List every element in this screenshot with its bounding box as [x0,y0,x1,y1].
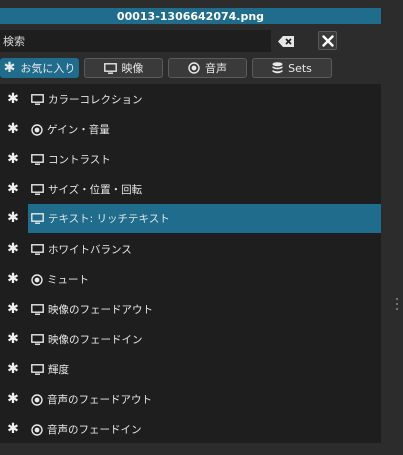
list-item[interactable]: ✱ 音声のフェードアウト [0,386,381,413]
audio-disc-icon [31,273,43,286]
panel-resize-handle[interactable] [395,298,398,310]
list-item[interactable]: ✱ サイズ・位置・回転 [0,176,381,203]
audio-disc-icon [31,123,43,136]
list-item-label: ミュート [47,274,89,286]
tab-label: お気に入り [20,62,76,75]
favorite-star-icon[interactable]: ✱ [6,361,20,377]
tab-sets[interactable]: Sets [252,58,332,78]
filter-list: ✱ カラーコレクション ✱ ゲイン・音量 ✱ コントラスト ✱ サイズ・位置・回… [0,84,381,443]
audio-disc-icon [31,393,43,406]
favorite-star-icon[interactable]: ✱ [6,121,20,137]
monitor-icon [31,244,44,255]
audio-disc-icon [188,62,200,74]
monitor-icon [103,62,117,74]
clear-search-button[interactable] [276,33,296,49]
tab-label: Sets [288,61,312,75]
close-button[interactable] [318,31,337,50]
backspace-icon [278,35,294,47]
monitor-icon [31,364,44,375]
close-icon [321,34,334,47]
list-item[interactable]: ✱ 輝度 [0,356,381,383]
list-item[interactable]: ✱ 映像のフェードイン [0,326,381,353]
favorite-star-icon[interactable]: ✱ [6,421,20,437]
monitor-icon [31,184,44,195]
monitor-icon [31,304,44,315]
favorite-star-icon[interactable]: ✱ [6,391,20,407]
star-icon: ✱ [3,60,16,76]
list-item[interactable]: ✱ 映像のフェードアウト [0,296,381,323]
list-item[interactable]: ✱ カラーコレクション [0,86,381,113]
monitor-icon [31,154,44,165]
list-item[interactable]: ✱ コントラスト [0,146,381,173]
search-input[interactable] [0,30,271,52]
favorite-star-icon[interactable]: ✱ [6,181,20,197]
favorite-star-icon[interactable]: ✱ [6,271,20,287]
tab-video[interactable]: 映像 [84,58,163,78]
favorite-star-icon[interactable]: ✱ [6,301,20,317]
list-item-label: 音声のフェードアウト [47,394,152,406]
list-item-label: 輝度 [48,364,69,376]
list-item-label: サイズ・位置・回転 [48,184,143,196]
tab-audio[interactable]: 音声 [168,58,247,78]
list-item-label: 映像のフェードイン [48,334,143,346]
list-item[interactable]: ✱ ホワイトバランス [0,236,381,263]
favorite-star-icon[interactable]: ✱ [6,151,20,167]
favorite-star-icon[interactable]: ✱ [6,210,20,226]
list-item-selected[interactable]: ✱ テキスト: リッチテキスト [0,204,381,233]
list-item-label: テキスト: リッチテキスト [48,213,170,225]
monitor-icon [31,94,44,105]
monitor-icon [31,334,44,345]
list-item[interactable]: ✱ 音声のフェードイン [0,416,381,443]
favorite-star-icon[interactable]: ✱ [6,241,20,257]
tab-favorites[interactable]: ✱ お気に入り [0,58,79,78]
list-item-label: コントラスト [48,154,111,166]
list-item[interactable]: ✱ ゲイン・音量 [0,116,381,143]
tab-label: 映像 [121,62,144,75]
tab-label: 音声 [205,62,227,75]
category-tabs: ✱ お気に入り 映像 音声 Sets [0,58,381,78]
monitor-icon [31,213,44,224]
list-item-label: ゲイン・音量 [47,124,110,136]
favorite-star-icon[interactable]: ✱ [6,331,20,347]
list-item-label: 音声のフェードイン [47,424,142,436]
list-item-label: 映像のフェードアウト [48,304,153,316]
audio-disc-icon [31,423,43,436]
favorite-star-icon[interactable]: ✱ [6,91,20,107]
list-item[interactable]: ✱ ミュート [0,266,381,293]
database-icon [272,62,283,74]
list-item-label: カラーコレクション [48,94,143,106]
list-item-label: ホワイトバランス [48,244,132,256]
window-title: 00013-1306642074.png [0,8,381,24]
